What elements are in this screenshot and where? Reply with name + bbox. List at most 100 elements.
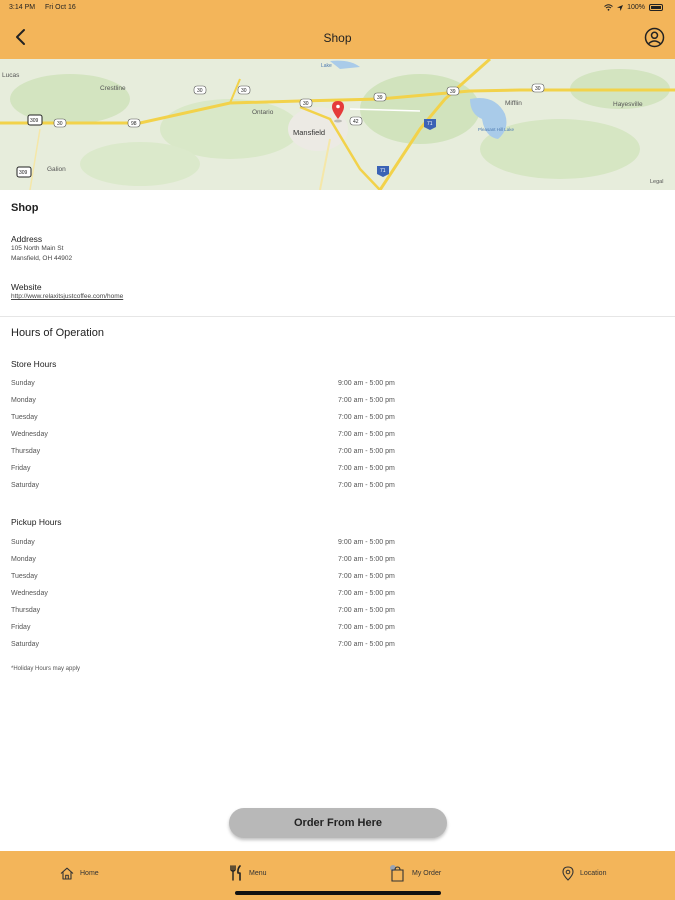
pickup-hours-row: Monday 7:00 am - 5:00 pm [11, 556, 411, 568]
route-label: 39 [450, 89, 456, 95]
day-label: Sunday [11, 539, 35, 546]
status-bar: 3:14 PM Fri Oct 16 100% [0, 0, 675, 16]
route-label: 30 [535, 86, 541, 92]
time-range: 9:00 am - 5:00 pm [338, 539, 395, 546]
route-label: 98 [131, 121, 137, 127]
map-water-label: Lake [321, 63, 332, 69]
utensils-icon [230, 865, 241, 881]
tab-menu-label: Menu [249, 869, 267, 877]
time-range: 7:00 am - 5:00 pm [338, 590, 395, 597]
home-indicator [235, 891, 441, 895]
day-label: Wednesday [11, 590, 48, 597]
location-pin-icon [562, 865, 574, 881]
time-range: 7:00 am - 5:00 pm [338, 465, 395, 472]
map-view[interactable]: 30 30 30 30 98 39 39 42 71 71 309 309 30… [0, 59, 675, 190]
tab-menu[interactable]: Menu [229, 863, 267, 883]
divider [0, 316, 675, 317]
location-arrow-icon [617, 4, 624, 11]
time-range: 7:00 am - 5:00 pm [338, 556, 395, 563]
address-line1: 105 North Main St [11, 245, 64, 252]
map-town-label: Lucas [2, 72, 20, 79]
day-label: Sunday [11, 380, 35, 387]
day-label: Friday [11, 624, 31, 631]
page-title: Shop [323, 31, 352, 45]
battery-percent: 100% [627, 4, 645, 11]
time-range: 7:00 am - 5:00 pm [338, 414, 395, 421]
day-label: Wednesday [11, 431, 48, 438]
route-label: 39 [377, 95, 383, 101]
bag-icon [390, 865, 404, 882]
pickup-hours-row: Saturday 7:00 am - 5:00 pm [11, 641, 411, 653]
pickup-hours-row: Wednesday 7:00 am - 5:00 pm [11, 590, 411, 602]
home-icon [60, 867, 74, 880]
map-town-label: Ontario [252, 109, 274, 116]
navigation-bar: Shop [0, 16, 675, 59]
tab-location-label: Location [580, 869, 607, 877]
profile-icon [644, 27, 665, 48]
website-link[interactable]: http://www.relaxitsjustcoffee.com/home [11, 293, 123, 300]
day-label: Tuesday [11, 573, 38, 580]
route-label: 30 [241, 88, 247, 94]
route-label: 30 [197, 88, 203, 94]
wifi-icon [604, 4, 613, 11]
store-hours-row: Saturday 7:00 am - 5:00 pm [11, 482, 411, 494]
day-label: Saturday [11, 482, 40, 489]
tab-home-label: Home [80, 869, 99, 877]
hours-title: Hours of Operation [11, 327, 104, 339]
map-town-label: Crestline [100, 85, 126, 92]
day-label: Friday [11, 465, 31, 472]
status-date: Fri Oct 16 [45, 4, 76, 11]
day-label: Monday [11, 556, 36, 563]
store-hours-row: Monday 7:00 am - 5:00 pm [11, 397, 411, 409]
pickup-hours-row: Tuesday 7:00 am - 5:00 pm [11, 573, 411, 585]
profile-button[interactable] [644, 27, 665, 48]
tab-location[interactable]: Location [562, 863, 606, 883]
pickup-hours-label: Pickup Hours [11, 517, 62, 527]
day-label: Saturday [11, 641, 40, 648]
tab-my-order[interactable]: My Order [388, 863, 441, 883]
time-range: 7:00 am - 5:00 pm [338, 482, 395, 489]
website-label: Website [11, 282, 42, 292]
address-line2: Mansfield, OH 44902 [11, 255, 73, 262]
time-range: 9:00 am - 5:00 pm [338, 380, 395, 387]
pickup-hours-row: Friday 7:00 am - 5:00 pm [11, 624, 411, 636]
map-legal-link[interactable]: Legal [650, 179, 663, 185]
tab-my-order-label: My Order [412, 869, 442, 877]
map-town-label: Galion [47, 166, 66, 173]
map-water-label: Pleasant Hill Lake [478, 127, 515, 132]
pickup-hours-row: Thursday 7:00 am - 5:00 pm [11, 607, 411, 619]
battery-icon [649, 4, 663, 11]
status-time: 3:14 PM [9, 4, 36, 11]
store-hours-label: Store Hours [11, 359, 57, 369]
map-town-label: Hayesville [613, 101, 643, 108]
time-range: 7:00 am - 5:00 pm [338, 448, 395, 455]
time-range: 7:00 am - 5:00 pm [338, 641, 395, 648]
day-label: Thursday [11, 607, 41, 614]
time-range: 7:00 am - 5:00 pm [338, 431, 395, 438]
route-label: 309 [30, 118, 39, 124]
route-label: 71 [380, 168, 386, 174]
time-range: 7:00 am - 5:00 pm [338, 397, 395, 404]
address-label: Address [11, 234, 43, 244]
route-label: 30 [303, 101, 309, 107]
tab-home[interactable]: Home [60, 863, 99, 883]
map-town-label: Mansfield [293, 128, 325, 137]
store-hours-row: Sunday 9:00 am - 5:00 pm [11, 380, 411, 392]
order-from-here-button[interactable]: Order From Here [229, 808, 447, 838]
route-label: 309 [19, 170, 28, 176]
day-label: Monday [11, 397, 36, 404]
route-label: 30 [57, 121, 63, 127]
store-hours-row: Thursday 7:00 am - 5:00 pm [11, 448, 411, 460]
holiday-note: *Holiday Hours may apply [11, 666, 81, 672]
time-range: 7:00 am - 5:00 pm [338, 573, 395, 580]
store-hours-row: Tuesday 7:00 am - 5:00 pm [11, 414, 411, 426]
map-town-label: Mifflin [505, 100, 522, 107]
day-label: Thursday [11, 448, 41, 455]
pickup-hours-row: Sunday 9:00 am - 5:00 pm [11, 539, 411, 551]
route-label: 42 [353, 119, 359, 125]
shop-name: Shop [11, 202, 39, 214]
store-hours-row: Wednesday 7:00 am - 5:00 pm [11, 431, 411, 443]
day-label: Tuesday [11, 414, 38, 421]
store-hours-row: Friday 7:00 am - 5:00 pm [11, 465, 411, 477]
time-range: 7:00 am - 5:00 pm [338, 624, 395, 631]
